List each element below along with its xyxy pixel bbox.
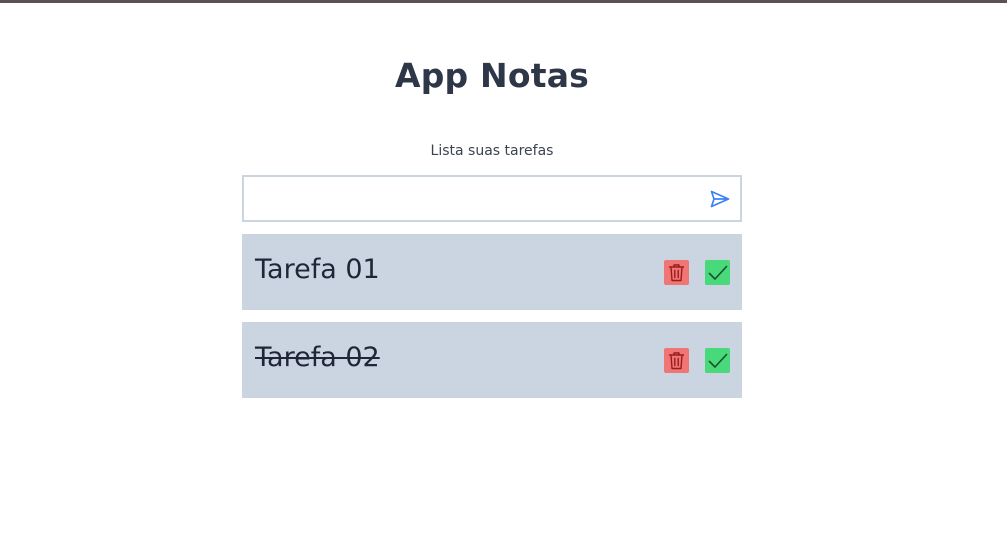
trash-icon — [668, 264, 685, 282]
task-label-completed: Tarefa 02 — [255, 342, 380, 373]
task-item: Tarefa 01 — [242, 234, 742, 310]
delete-task-button[interactable] — [664, 348, 689, 373]
delete-task-button[interactable] — [664, 260, 689, 285]
check-icon — [708, 265, 727, 280]
task-list: Tarefa 01 Tarefa 02 — [242, 234, 742, 410]
complete-task-button[interactable] — [705, 348, 730, 373]
trash-icon — [668, 352, 685, 370]
check-icon — [708, 353, 727, 368]
task-input[interactable] — [244, 177, 699, 220]
task-input-container — [242, 175, 742, 222]
complete-task-button[interactable] — [705, 260, 730, 285]
page-subtitle: Lista suas tarefas — [430, 143, 554, 159]
send-button[interactable] — [708, 188, 732, 210]
task-label: Tarefa 01 — [255, 254, 380, 285]
send-icon — [710, 190, 730, 208]
page-title: App Notas — [394, 56, 590, 95]
window-top-border — [0, 0, 1007, 3]
task-item: Tarefa 02 — [242, 322, 742, 398]
